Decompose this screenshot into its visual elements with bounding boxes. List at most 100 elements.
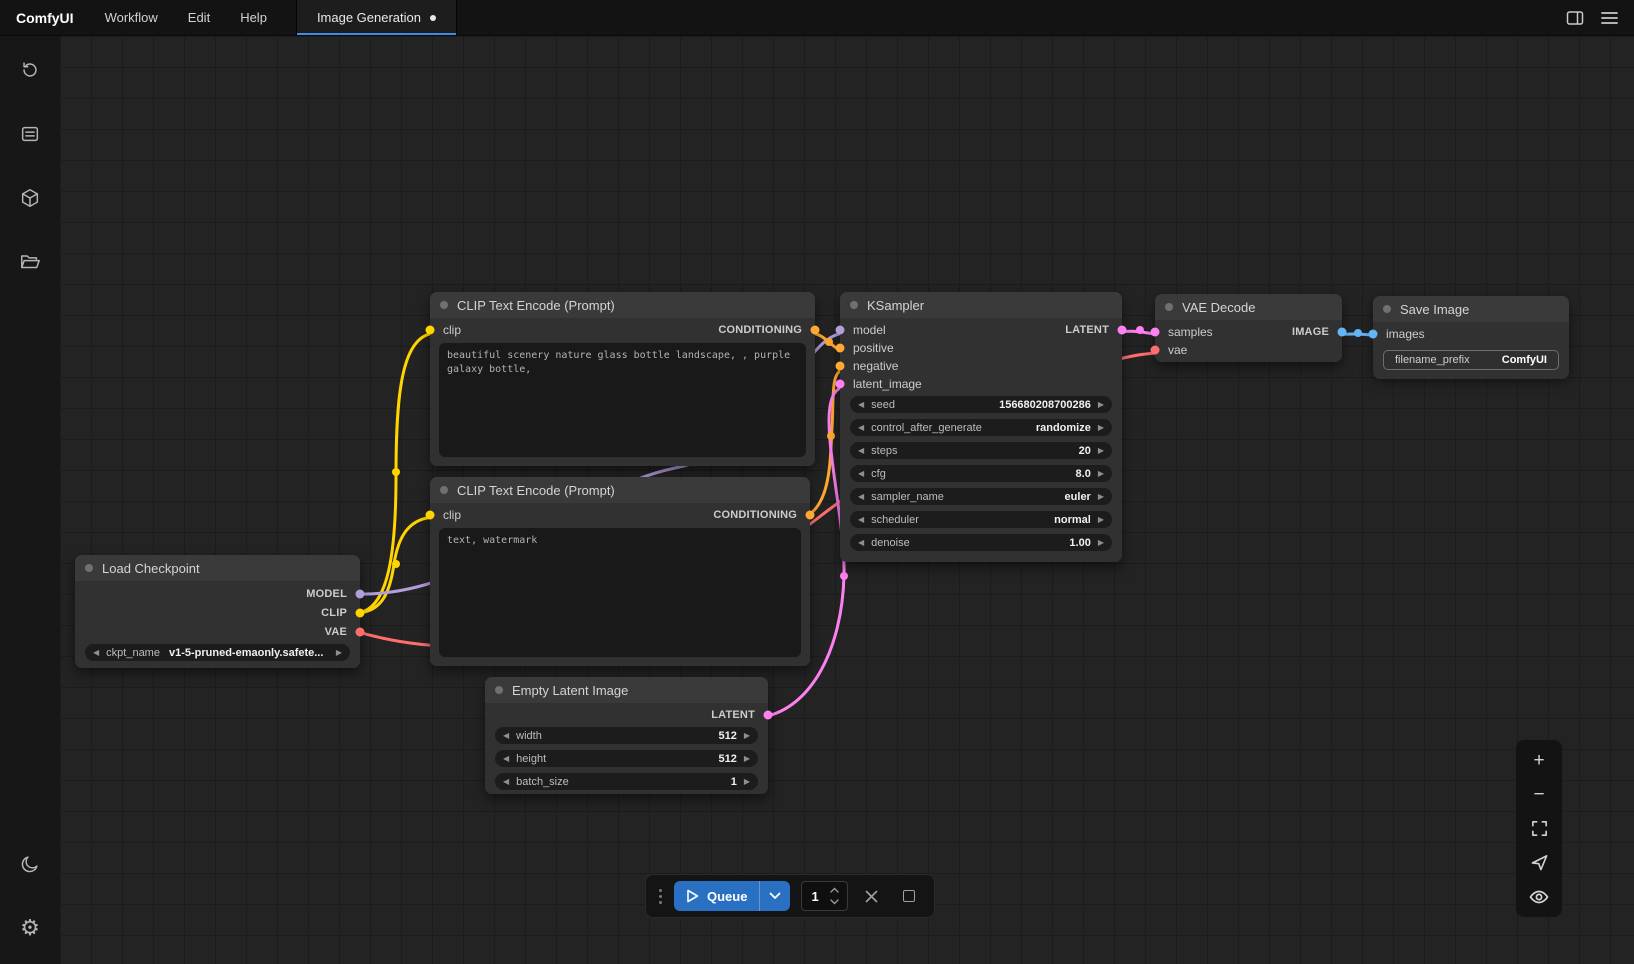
node-vae-decode[interactable]: VAE Decode samples IMAGE vae bbox=[1155, 294, 1342, 362]
decrement-arrow-icon[interactable]: ◀ bbox=[503, 732, 509, 740]
node-clip-text-encode-negative[interactable]: CLIP Text Encode (Prompt) clip CONDITION… bbox=[430, 477, 810, 666]
input-port-samples[interactable] bbox=[1151, 328, 1160, 337]
hamburger-menu-icon[interactable] bbox=[1594, 4, 1624, 32]
increment-arrow-icon[interactable]: ▶ bbox=[1098, 401, 1104, 409]
increment-arrow-icon[interactable]: ▶ bbox=[1098, 516, 1104, 524]
increment-arrow-icon[interactable]: ▶ bbox=[744, 732, 750, 740]
increment-arrow-icon[interactable]: ▶ bbox=[1098, 539, 1104, 547]
node-title-bar[interactable]: Empty Latent Image bbox=[485, 677, 768, 703]
queue-button[interactable]: Queue bbox=[674, 881, 790, 911]
output-port-model[interactable] bbox=[356, 589, 365, 598]
widget-width[interactable]: ◀ width 512 ▶ bbox=[495, 727, 758, 744]
collapse-dot-icon[interactable] bbox=[1383, 305, 1391, 313]
node-clip-text-encode-positive[interactable]: CLIP Text Encode (Prompt) clip CONDITION… bbox=[430, 292, 815, 466]
increment-arrow-icon[interactable]: ▶ bbox=[744, 778, 750, 786]
node-empty-latent-image[interactable]: Empty Latent Image LATENT ◀ width 512 ▶ … bbox=[485, 677, 768, 794]
increment-arrow-icon[interactable]: ▶ bbox=[1098, 493, 1104, 501]
increment-arrow-icon[interactable]: ▶ bbox=[1098, 424, 1104, 432]
negative-prompt-textarea[interactable]: text, watermark bbox=[439, 528, 801, 657]
batch-count-value[interactable]: 1 bbox=[802, 882, 827, 910]
select-mode-arrow-icon[interactable] bbox=[1523, 847, 1555, 878]
decrement-arrow-icon[interactable]: ◀ bbox=[503, 778, 509, 786]
widget-cfg[interactable]: ◀ cfg 8.0 ▶ bbox=[850, 465, 1112, 482]
decrement-arrow-icon[interactable]: ◀ bbox=[503, 755, 509, 763]
menu-edit[interactable]: Edit bbox=[173, 0, 225, 35]
zoom-out-icon[interactable]: − bbox=[1523, 779, 1555, 810]
toggle-panel-icon[interactable] bbox=[1560, 4, 1590, 32]
node-canvas[interactable]: Load Checkpoint MODEL CLIP VAE ◀ ckpt_na… bbox=[60, 36, 1634, 964]
collapse-dot-icon[interactable] bbox=[85, 564, 93, 572]
decrement-arrow-icon[interactable]: ◀ bbox=[858, 401, 864, 409]
node-title-bar[interactable]: Save Image bbox=[1373, 296, 1569, 322]
menu-workflow[interactable]: Workflow bbox=[90, 0, 173, 35]
input-port-vae[interactable] bbox=[1151, 346, 1160, 355]
theme-moon-icon[interactable] bbox=[16, 850, 44, 878]
menu-help[interactable]: Help bbox=[225, 0, 282, 35]
stop-icon[interactable] bbox=[896, 883, 922, 909]
increment-arrow-icon[interactable]: ▶ bbox=[1098, 470, 1104, 478]
fit-view-icon[interactable] bbox=[1523, 813, 1555, 844]
widget-height[interactable]: ◀ height 512 ▶ bbox=[495, 750, 758, 767]
input-port-model[interactable] bbox=[836, 326, 845, 335]
increment-arrow-icon[interactable]: ▶ bbox=[744, 755, 750, 763]
input-port-images[interactable] bbox=[1369, 330, 1378, 339]
collapse-dot-icon[interactable] bbox=[440, 486, 448, 494]
node-title-bar[interactable]: CLIP Text Encode (Prompt) bbox=[430, 477, 810, 503]
decrement-arrow-icon[interactable]: ◀ bbox=[858, 493, 864, 501]
input-port-clip[interactable] bbox=[426, 511, 435, 520]
node-title-bar[interactable]: CLIP Text Encode (Prompt) bbox=[430, 292, 815, 318]
collapse-dot-icon[interactable] bbox=[1165, 303, 1173, 311]
batch-count-stepper[interactable]: 1 bbox=[801, 881, 847, 911]
count-up-icon[interactable] bbox=[828, 885, 842, 895]
queue-list-icon[interactable] bbox=[16, 120, 44, 148]
input-port-positive[interactable] bbox=[836, 344, 845, 353]
increment-arrow-icon[interactable]: ▶ bbox=[336, 649, 342, 657]
output-port-conditioning[interactable] bbox=[806, 511, 815, 520]
input-port-latent-image[interactable] bbox=[836, 380, 845, 389]
zoom-in-icon[interactable]: + bbox=[1523, 745, 1555, 776]
widget-denoise[interactable]: ◀ denoise 1.00 ▶ bbox=[850, 534, 1112, 551]
collapse-dot-icon[interactable] bbox=[495, 686, 503, 694]
positive-prompt-textarea[interactable]: beautiful scenery nature glass bottle la… bbox=[439, 343, 806, 457]
count-down-icon[interactable] bbox=[828, 897, 842, 907]
output-port-conditioning[interactable] bbox=[811, 326, 820, 335]
increment-arrow-icon[interactable]: ▶ bbox=[1098, 447, 1104, 455]
drag-handle-icon[interactable] bbox=[658, 889, 663, 904]
settings-gear-icon[interactable]: ⚙ bbox=[16, 914, 44, 942]
decrement-arrow-icon[interactable]: ◀ bbox=[858, 516, 864, 524]
widget-steps[interactable]: ◀ steps 20 ▶ bbox=[850, 442, 1112, 459]
node-save-image[interactable]: Save Image images filename_prefix ComfyU… bbox=[1373, 296, 1569, 376]
widget-sampler-name[interactable]: ◀ sampler_name euler ▶ bbox=[850, 488, 1112, 505]
output-port-vae[interactable] bbox=[356, 627, 365, 636]
widget-ckpt-name[interactable]: ◀ ckpt_name v1-5-pruned-emaonly.safete..… bbox=[85, 644, 350, 661]
output-port-clip[interactable] bbox=[356, 608, 365, 617]
workflows-folder-icon[interactable] bbox=[16, 248, 44, 276]
node-ksampler[interactable]: KSampler model LATENT positive negative … bbox=[840, 292, 1122, 562]
node-title-bar[interactable]: VAE Decode bbox=[1155, 294, 1342, 320]
clear-queue-x-icon[interactable] bbox=[859, 883, 885, 909]
node-title-bar[interactable]: Load Checkpoint bbox=[75, 555, 360, 581]
tab-image-generation[interactable]: Image Generation bbox=[296, 0, 457, 35]
input-port-clip[interactable] bbox=[426, 326, 435, 335]
output-port-latent[interactable] bbox=[764, 711, 773, 720]
output-port-image[interactable] bbox=[1338, 328, 1347, 337]
decrement-arrow-icon[interactable]: ◀ bbox=[93, 649, 99, 657]
widget-control-after-generate[interactable]: ◀ control_after_generate randomize ▶ bbox=[850, 419, 1112, 436]
node-title-bar[interactable]: KSampler bbox=[840, 292, 1122, 318]
history-icon[interactable] bbox=[16, 56, 44, 84]
toggle-visibility-eye-icon[interactable] bbox=[1523, 881, 1555, 912]
widget-scheduler[interactable]: ◀ scheduler normal ▶ bbox=[850, 511, 1112, 528]
collapse-dot-icon[interactable] bbox=[440, 301, 448, 309]
widget-seed[interactable]: ◀ seed 156680208700286 ▶ bbox=[850, 396, 1112, 413]
decrement-arrow-icon[interactable]: ◀ bbox=[858, 424, 864, 432]
decrement-arrow-icon[interactable]: ◀ bbox=[858, 539, 864, 547]
widget-filename-prefix[interactable]: filename_prefix ComfyUI bbox=[1383, 350, 1559, 370]
input-port-negative[interactable] bbox=[836, 362, 845, 371]
queue-options-chevron-icon[interactable] bbox=[760, 881, 790, 911]
decrement-arrow-icon[interactable]: ◀ bbox=[858, 447, 864, 455]
models-cube-icon[interactable] bbox=[16, 184, 44, 212]
node-load-checkpoint[interactable]: Load Checkpoint MODEL CLIP VAE ◀ ckpt_na… bbox=[75, 555, 360, 668]
collapse-dot-icon[interactable] bbox=[850, 301, 858, 309]
widget-batch-size[interactable]: ◀ batch_size 1 ▶ bbox=[495, 773, 758, 790]
decrement-arrow-icon[interactable]: ◀ bbox=[858, 470, 864, 478]
